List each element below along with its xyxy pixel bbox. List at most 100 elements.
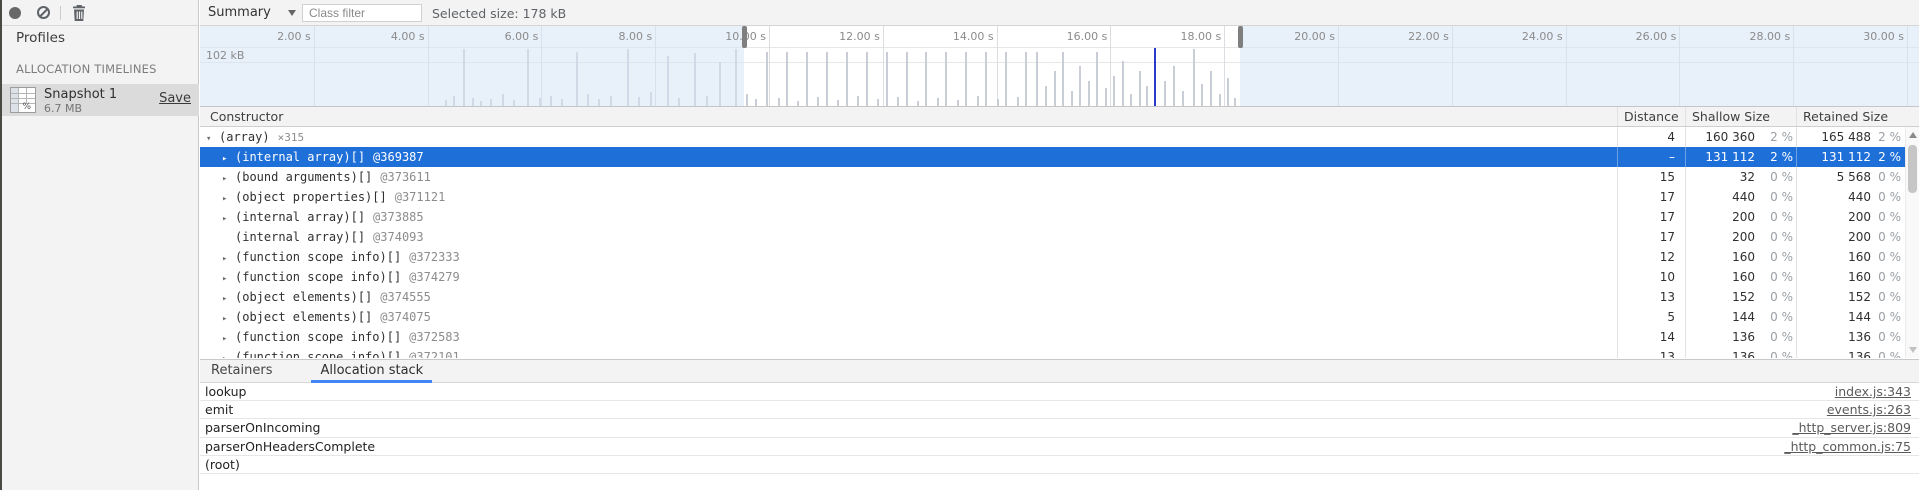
class-filter-input[interactable]	[302, 4, 422, 22]
expander-icon[interactable]: ▸	[200, 169, 235, 187]
retained-size-value: 152	[1797, 287, 1871, 307]
source-link[interactable]: events.js:263	[1827, 402, 1919, 417]
retained-size-value: 136	[1797, 327, 1871, 347]
heap-row[interactable]: ▸(object elements)[]@374555131520 %1520 …	[200, 287, 1919, 307]
tab-allocation-stack[interactable]: Allocation stack	[311, 360, 432, 382]
constructor-cell: ▸(object elements)[]@374555	[200, 287, 1617, 307]
expander-icon[interactable]: ▸	[200, 209, 235, 227]
constructor-name: (internal array)[]	[235, 210, 365, 224]
shallow-size-cell: 160 3602 %	[1685, 127, 1796, 147]
source-link[interactable]: _http_server.js:809	[1792, 420, 1919, 435]
ruler-tick-label: 20.00 s	[1263, 30, 1335, 43]
expander-icon[interactable]: ▸	[200, 189, 235, 207]
scrollbar-thumb[interactable]	[1908, 145, 1917, 193]
overview-dim-right	[1240, 26, 1919, 106]
allocation-bar	[965, 52, 967, 106]
object-id: @374075	[380, 310, 431, 324]
shallow-size-percent: 0 %	[1755, 307, 1796, 327]
source-link[interactable]: _http_common.js:75	[1784, 439, 1919, 454]
retained-size-percent: 0 %	[1871, 207, 1904, 227]
retained-size-cell: 5 5680 %	[1796, 167, 1904, 187]
selection-handle-left[interactable]	[742, 26, 747, 48]
expander-icon[interactable]: ▸	[200, 309, 235, 327]
heap-row[interactable]: ▸(bound arguments)[]@37361115320 %5 5680…	[200, 167, 1919, 187]
record-icon[interactable]	[9, 7, 21, 19]
retained-size-percent: 0 %	[1871, 227, 1904, 247]
shallow-size-percent: 0 %	[1755, 207, 1796, 227]
sidebar-item-snapshot-1[interactable]: % Snapshot 1 6.7 MB Save	[2, 84, 199, 116]
stack-frame-row[interactable]: (root)	[200, 456, 1919, 474]
allocation-bar	[797, 101, 799, 106]
allocation-bar	[1122, 61, 1124, 106]
allocation-overview[interactable]: 2.00 s4.00 s6.00 s8.00 s10.00 s12.00 s14…	[200, 26, 1919, 107]
heap-row[interactable]: ▸(function scope info)[]@374279101600 %1…	[200, 267, 1919, 287]
distance-cell: 12	[1617, 247, 1685, 267]
constructor-cell: ▸(internal array)[]@369387	[200, 147, 1617, 167]
scroll-up-icon[interactable]	[1909, 132, 1917, 138]
heap-row[interactable]: ▸(function scope info)[]@372101131360 %1…	[200, 347, 1919, 358]
allocation-bar	[1036, 52, 1038, 106]
shallow-size-value: 136	[1686, 347, 1755, 358]
constructor-name: (function scope info)[]	[235, 350, 401, 358]
selection-handle-right[interactable]	[1238, 26, 1243, 48]
retained-size-value: 200	[1797, 227, 1871, 247]
column-header-distance[interactable]: Distance	[1617, 107, 1685, 126]
constructor-cell: ▸(function scope info)[]@372333	[200, 247, 1617, 267]
allocation-bar	[1088, 81, 1090, 106]
shallow-size-value: 200	[1686, 227, 1755, 247]
clear-icon[interactable]	[37, 6, 50, 19]
stack-frame-row[interactable]: lookupindex.js:343	[200, 383, 1919, 401]
allocation-bar	[1054, 71, 1056, 106]
allocation-bar	[857, 96, 859, 106]
heap-row[interactable]: ▾(array)×3154160 3602 %165 4882 %	[200, 127, 1919, 147]
stack-frame-row[interactable]: emitevents.js:263	[200, 401, 1919, 419]
allocation-bar	[846, 52, 848, 106]
object-id: @372583	[409, 330, 460, 344]
heap-row[interactable]: ▸(object elements)[]@37407551440 %1440 %	[200, 307, 1919, 327]
expander-icon[interactable]: ▸	[200, 349, 235, 358]
expander-icon[interactable]: ▸	[200, 329, 235, 347]
tab-retainers[interactable]: Retainers	[202, 360, 281, 382]
expander-icon[interactable]: ▸	[200, 289, 235, 307]
allocation-bar	[957, 100, 959, 106]
retained-size-percent: 0 %	[1871, 287, 1904, 307]
constructor-cell: ▸(internal array)[]@373885	[200, 207, 1617, 227]
expander-icon[interactable]: ▸	[200, 269, 235, 287]
scroll-down-icon[interactable]	[1909, 347, 1917, 353]
stack-frame-row[interactable]: parserOnHeadersComplete_http_common.js:7…	[200, 438, 1919, 456]
save-link[interactable]: Save	[159, 91, 191, 106]
heap-row[interactable]: ▸(object properties)[]@371121174400 %440…	[200, 187, 1919, 207]
allocation-bar	[806, 52, 808, 106]
distance-cell: 13	[1617, 347, 1685, 358]
allocation-bar	[1105, 88, 1107, 106]
column-header-retained-size[interactable]: Retained Size	[1796, 107, 1904, 126]
heap-row[interactable]: ▸(internal array)[]@373885172000 %2000 %	[200, 207, 1919, 227]
ruler-tick-label: 26.00 s	[1604, 30, 1676, 43]
heap-row[interactable]: (internal array)[]@374093172000 %2000 %	[200, 227, 1919, 247]
heap-row[interactable]: ▸(internal array)[]@369387–131 1122 %131…	[200, 147, 1919, 167]
column-header-shallow-size[interactable]: Shallow Size	[1685, 107, 1796, 126]
heap-row[interactable]: ▸(function scope info)[]@372583141360 %1…	[200, 327, 1919, 347]
stack-frame-row[interactable]: parserOnIncoming_http_server.js:809	[200, 419, 1919, 437]
shallow-size-value: 136	[1686, 327, 1755, 347]
allocation-bar	[1201, 84, 1203, 106]
source-link[interactable]: index.js:343	[1835, 384, 1919, 399]
shallow-size-cell: 2000 %	[1685, 227, 1796, 247]
perspective-select[interactable]: Summary	[208, 5, 271, 20]
shallow-size-cell: 1600 %	[1685, 247, 1796, 267]
trash-icon[interactable]	[72, 5, 86, 21]
expander-icon[interactable]: ▸	[200, 249, 235, 267]
heap-row[interactable]: ▸(function scope info)[]@372333121600 %1…	[200, 247, 1919, 267]
expander-icon[interactable]: ▸	[200, 149, 235, 167]
heap-object-grid: ▾(array)×3154160 3602 %165 4882 %▸(inter…	[200, 127, 1919, 358]
allocation-bar	[826, 52, 828, 106]
shallow-size-percent: 0 %	[1755, 327, 1796, 347]
allocation-bar	[1096, 52, 1098, 106]
ruler-tick-label: 18.00 s	[1149, 30, 1221, 43]
expander-icon[interactable]: ▾	[200, 129, 219, 147]
distance-cell: –	[1617, 147, 1685, 167]
column-header-constructor[interactable]: Constructor	[200, 107, 1617, 126]
constructor-cell: (internal array)[]@374093	[200, 227, 1617, 247]
table-scrollbar[interactable]	[1905, 127, 1919, 358]
chevron-down-icon[interactable]	[288, 10, 296, 16]
